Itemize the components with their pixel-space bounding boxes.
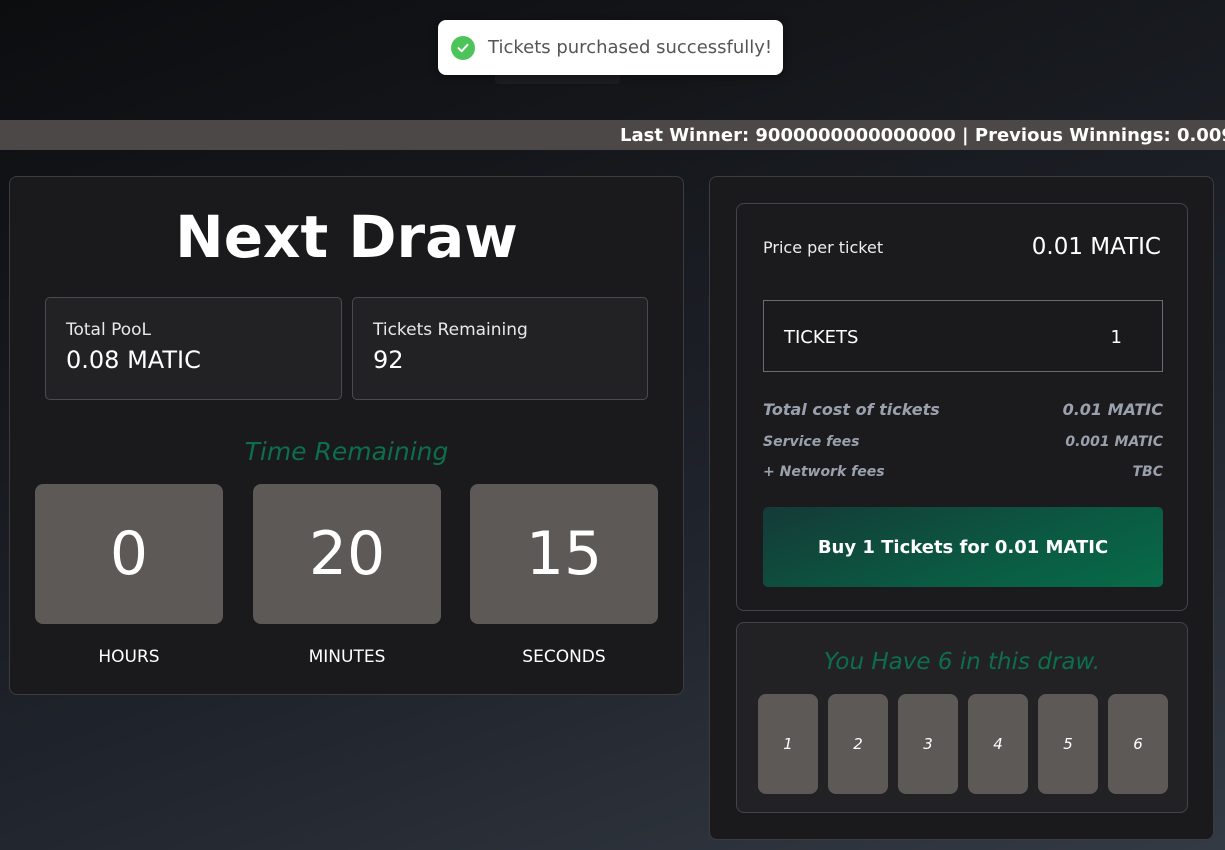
ticket-tile[interactable]: 1 xyxy=(758,694,818,794)
ticker-text: Last Winner: 9000000000000000 | Previous… xyxy=(620,125,1225,146)
total-pool-value: 0.08 MATIC xyxy=(66,346,201,374)
minutes-label: MINUTES xyxy=(308,647,386,667)
winner-ticker: Last Winner: 9000000000000000 | Previous… xyxy=(0,120,1225,150)
network-fees-value: TBC xyxy=(1132,464,1164,480)
hours-label: HOURS xyxy=(98,647,160,667)
ticket-tile[interactable]: 2 xyxy=(828,694,888,794)
header-bar: Tickets purchased successfully! xyxy=(0,0,1225,120)
total-cost-label: Total cost of tickets xyxy=(763,400,940,419)
next-draw-panel: Next Draw Total PooL 0.08 MATIC Tickets … xyxy=(9,176,684,695)
minutes-counter: 20 xyxy=(253,484,441,624)
network-fees-label: + Network fees xyxy=(763,464,885,480)
tickets-remaining-label: Tickets Remaining xyxy=(373,320,528,340)
toast-message: Tickets purchased successfully! xyxy=(488,37,773,58)
page-title: Next Draw xyxy=(175,203,518,271)
purchase-card: Price per ticket 0.01 MATIC TICKETS 1 To… xyxy=(736,203,1188,611)
ticket-tile[interactable]: 5 xyxy=(1038,694,1098,794)
network-fees-row: + Network fees TBC xyxy=(763,464,1163,480)
total-pool-card: Total PooL 0.08 MATIC xyxy=(45,297,342,400)
ticket-quantity-input[interactable]: TICKETS 1 xyxy=(763,300,1163,372)
owned-tickets-card: You Have 6 in this draw. 1 2 3 4 5 6 xyxy=(736,622,1188,813)
ticket-tile[interactable]: 3 xyxy=(898,694,958,794)
total-cost-row: Total cost of tickets 0.01 MATIC xyxy=(763,400,1163,419)
hours-counter: 0 xyxy=(35,484,223,624)
tickets-label: TICKETS xyxy=(784,327,859,348)
tickets-remaining-value: 92 xyxy=(373,346,404,374)
total-cost-value: 0.01 MATIC xyxy=(1062,400,1163,419)
owned-tickets-list: 1 2 3 4 5 6 xyxy=(758,694,1168,794)
service-fees-row: Service fees 0.001 MATIC xyxy=(763,434,1163,450)
seconds-label: SECONDS xyxy=(522,647,606,667)
ticket-tile[interactable]: 6 xyxy=(1108,694,1168,794)
service-fees-value: 0.001 MATIC xyxy=(1065,434,1163,450)
success-toast: Tickets purchased successfully! xyxy=(438,20,783,75)
tickets-remaining-card: Tickets Remaining 92 xyxy=(352,297,648,400)
total-pool-label: Total PooL xyxy=(66,320,152,340)
owned-tickets-title: You Have 6 in this draw. xyxy=(823,649,1101,675)
price-label: Price per ticket xyxy=(763,238,884,257)
price-value: 0.01 MATIC xyxy=(1031,234,1161,260)
check-circle-icon xyxy=(451,35,475,60)
purchase-panel: Price per ticket 0.01 MATIC TICKETS 1 To… xyxy=(709,176,1214,840)
service-fees-label: Service fees xyxy=(763,434,860,450)
tickets-count[interactable]: 1 xyxy=(1111,327,1122,348)
time-remaining-heading: Time Remaining xyxy=(244,437,449,466)
seconds-counter: 15 xyxy=(470,484,658,624)
ticket-tile[interactable]: 4 xyxy=(968,694,1028,794)
buy-tickets-button[interactable]: Buy 1 Tickets for 0.01 MATIC xyxy=(763,507,1163,587)
